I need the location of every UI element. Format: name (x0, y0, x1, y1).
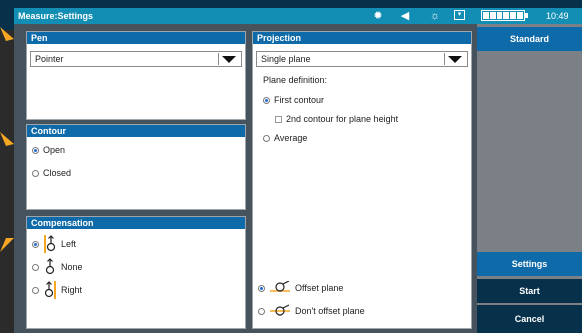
battery-tip (525, 13, 528, 18)
annotation-arrow-icon (0, 132, 14, 146)
option-average[interactable]: Average (263, 133, 307, 143)
checkbox-second-contour[interactable] (275, 115, 282, 123)
projection-select[interactable]: Single plane (256, 51, 468, 67)
radio-average[interactable] (263, 134, 270, 142)
settings-button[interactable]: Settings (477, 252, 582, 276)
volume-icon[interactable]: ◀ (399, 10, 411, 22)
start-button[interactable]: Start (477, 279, 582, 303)
tool-none-icon (45, 258, 55, 275)
contour-open-label: Open (43, 145, 66, 155)
option-offset-plane[interactable]: Offset plane (258, 281, 343, 295)
second-contour-label: 2nd contour for plane height (286, 114, 399, 124)
battery-icon (481, 10, 525, 21)
compensation-option-left[interactable]: Left (32, 235, 76, 253)
projection-select-value: Single plane (261, 54, 311, 64)
compensation-left-label: Left (61, 239, 77, 249)
radio-right[interactable] (32, 286, 39, 294)
standard-button[interactable]: Standard (477, 27, 582, 51)
offset-plane-icon (270, 281, 290, 292)
projection-heading: Projection (253, 32, 471, 44)
contour-option-open[interactable]: Open (32, 145, 65, 155)
offset-plane-label: Offset plane (295, 283, 344, 293)
compensation-option-none[interactable]: None (32, 258, 83, 276)
pen-select-value: Pointer (35, 54, 64, 64)
pen-heading: Pen (27, 32, 245, 44)
compensation-right-label: Right (61, 285, 83, 295)
annotation-arrow-icon (0, 27, 14, 41)
option-dont-offset-plane[interactable]: Don't offset plane (258, 304, 365, 318)
contour-heading: Contour (27, 125, 245, 137)
tool-left-icon (44, 235, 56, 253)
average-label: Average (274, 133, 308, 143)
pen-select[interactable]: Pointer (30, 51, 242, 67)
first-contour-label: First contour (274, 95, 325, 105)
radio-open[interactable] (32, 146, 39, 154)
compensation-none-label: None (61, 262, 83, 272)
contour-closed-label: Closed (43, 168, 72, 178)
radio-closed[interactable] (32, 169, 39, 177)
radio-offset-plane[interactable] (258, 284, 265, 292)
chevron-down-icon (218, 53, 239, 65)
projection-panel: Projection Single plane Plane definition… (252, 31, 472, 329)
gear-icon[interactable]: ✹ (372, 10, 384, 22)
annotation-arrow-icon (0, 238, 14, 252)
cancel-button[interactable]: Cancel (477, 305, 582, 333)
dont-offset-plane-label: Don't offset plane (295, 306, 365, 316)
contour-panel: Contour Open Closed (26, 124, 246, 210)
clock: 10:49 (546, 11, 569, 21)
option-second-contour[interactable]: 2nd contour for plane height (275, 114, 398, 124)
chevron-down-icon (444, 53, 465, 65)
contour-option-closed[interactable]: Closed (32, 168, 71, 178)
sidebar: Standard Settings Start Cancel (477, 24, 582, 333)
compensation-panel: Compensation Left None Right (26, 216, 246, 329)
plane-definition-label: Plane definition: (263, 75, 327, 85)
plane-definition-text: Plane definition: (263, 75, 328, 85)
dont-offset-plane-icon (270, 304, 290, 316)
window-title: Measure:Settings (18, 11, 94, 21)
screen-icon[interactable]: ▾ (454, 10, 465, 20)
brightness-icon[interactable]: ☼ (429, 10, 441, 22)
pen-panel: Pen Pointer (26, 31, 246, 120)
tool-right-icon (44, 281, 56, 299)
option-first-contour[interactable]: First contour (263, 95, 324, 105)
compensation-option-right[interactable]: Right (32, 281, 82, 299)
radio-first-contour[interactable] (263, 96, 270, 104)
radio-left[interactable] (32, 240, 39, 248)
compensation-heading: Compensation (27, 217, 245, 229)
radio-none[interactable] (32, 263, 39, 271)
radio-dont-offset-plane[interactable] (258, 307, 265, 315)
